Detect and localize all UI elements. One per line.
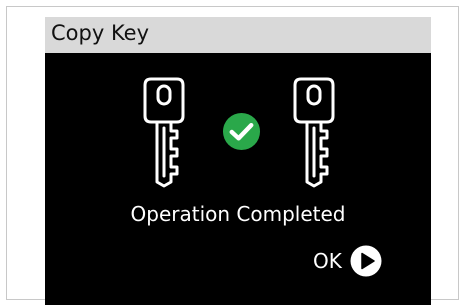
source-key-icon <box>143 77 185 188</box>
page-title: Copy Key <box>51 21 150 45</box>
title-bar: Copy Key <box>45 17 431 53</box>
status-message: Operation Completed <box>130 202 346 226</box>
target-key-icon <box>293 77 335 188</box>
device-screen: Copy Key Operation Completed OK <box>45 17 431 305</box>
checkmark-circle-icon <box>222 112 261 151</box>
play-circle-icon <box>350 245 382 277</box>
ok-label: OK <box>313 249 342 273</box>
ok-button[interactable]: OK <box>313 243 382 279</box>
